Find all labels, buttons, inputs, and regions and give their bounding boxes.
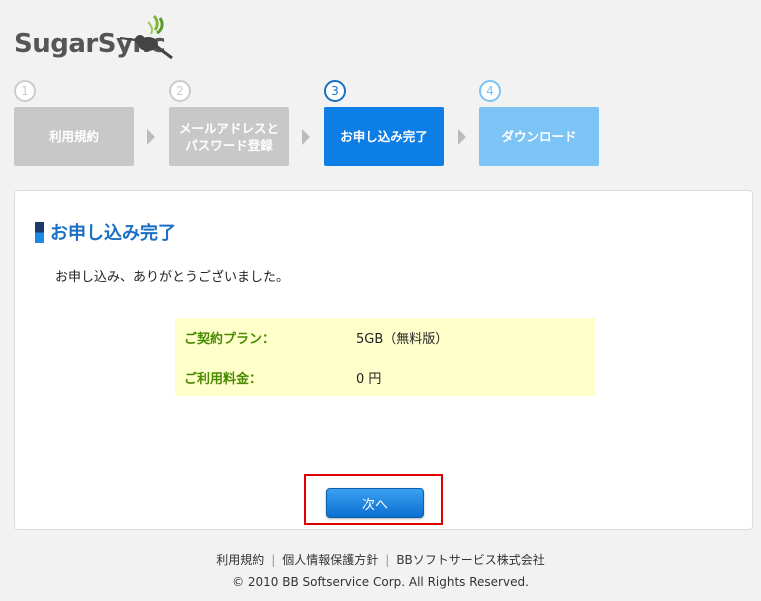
footer-divider: | [271,553,276,567]
copyright: © 2010 BB Softservice Corp. All Rights R… [232,575,529,589]
plan-row: ご契約プラン： 5GB（無料版） [175,328,595,348]
step-number: 2 [169,80,191,102]
plan-summary: ご契約プラン： 5GB（無料版） ご利用料金： 0 円 [175,318,595,396]
fee-label: ご利用料金： [184,372,263,387]
signup-progress-steps: 1 利用規約 2 メールアドレスと パスワード登録 3 お申し込み完了 4 ダウ… [14,80,614,170]
plan-label: ご契約プラン： [184,332,276,347]
step-arrow-icon [458,129,466,145]
plan-value: 5GB（無料版） [356,332,449,347]
thank-you-message: お申し込み、ありがとうございました。 [55,270,290,285]
fee-value: 0 円 [356,372,382,387]
step-arrow-icon [147,129,155,145]
fee-row: ご利用料金： 0 円 [175,368,595,388]
footer-link-company[interactable]: BBソフトサービス株式会社 [396,553,544,567]
step-label-line2: パスワード登録 [185,137,273,153]
step-number: 3 [324,80,346,102]
step-label: ダウンロード [479,107,599,166]
step-number: 1 [14,80,36,102]
page-title-text: お申し込み完了 [50,223,176,244]
step-arrow-icon [302,129,310,145]
step-label: 利用規約 [14,107,134,166]
page-title: お申し込み完了 [35,219,176,245]
footer-link-privacy[interactable]: 個人情報保護方針 [282,553,378,567]
title-marker-icon [35,221,44,243]
step-label-line1: メールアドレスと [178,120,279,136]
step-label: メールアドレスと パスワード登録 [169,107,289,166]
next-button[interactable]: 次へ [326,488,424,518]
hummingbird-icon [119,14,173,60]
footer-divider: | [385,553,390,567]
footer-links: 利用規約 | 個人情報保護方針 | BBソフトサービス株式会社 [0,551,761,568]
step-label: お申し込み完了 [324,107,444,166]
step-number: 4 [479,80,501,102]
next-button-highlight: 次へ [304,474,443,525]
footer-link-terms[interactable]: 利用規約 [216,553,264,567]
